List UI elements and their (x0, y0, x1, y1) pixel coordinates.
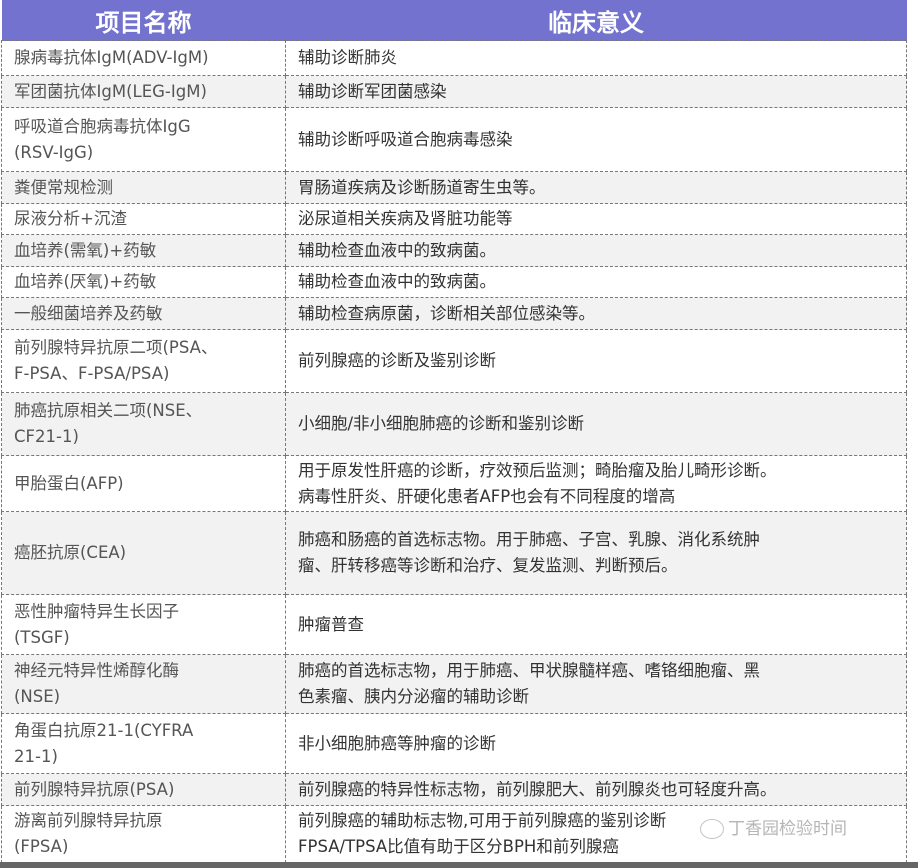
table-row: 恶性肿瘤特异生长因子 (TSGF) 肿瘤普查 (1, 594, 907, 655)
table-header: 项目名称 临床意义 (1, 0, 907, 41)
cell-item-name: 癌胚抗原(CEA) (1, 511, 286, 595)
table-row: 前列腺特异抗原(PSA) 前列腺癌的特异性标志物，前列腺肥大、前列腺炎也可轻度升高… (1, 773, 907, 806)
header-item-name: 项目名称 (1, 0, 286, 41)
table-row: 尿液分析+沉渣 泌尿道相关疾病及肾脏功能等 (1, 203, 907, 235)
cell-clinical-meaning: 辅助检查血液中的致病菌。 (285, 266, 907, 298)
cell-clinical-meaning: 辅助检查病原菌，诊断相关部位感染等。 (285, 297, 907, 330)
cell-clinical-meaning: 前列腺癌的诊断及鉴别诊断 (285, 329, 907, 393)
table-row: 肺癌抗原相关二项(NSE、 CF21-1) 小细胞/非小细胞肺癌的诊断和鉴别诊断 (1, 392, 907, 456)
cell-item-name: 游离前列腺特异抗原 (FPSA) (1, 805, 286, 863)
cell-clinical-meaning: 非小细胞肺癌等肿瘤的诊断 (285, 713, 907, 774)
cell-item-name: 呼吸道合胞病毒抗体IgG (RSV-IgG) (1, 107, 286, 172)
table-row: 一般细菌培养及药敏 辅助检查病原菌，诊断相关部位感染等。 (1, 297, 907, 330)
wechat-icon (700, 819, 724, 839)
header-clinical-meaning: 临床意义 (285, 0, 907, 41)
cell-item-name: 血培养(需氧)+药敏 (1, 234, 286, 267)
table-row: 癌胚抗原(CEA) 肺癌和肠癌的首选标志物。用于肺癌、子宫、乳腺、消化系统肿 瘤、… (1, 511, 907, 595)
cell-clinical-meaning: 辅助诊断呼吸道合胞病毒感染 (285, 107, 907, 172)
cell-clinical-meaning: 前列腺癌的特异性标志物，前列腺肥大、前列腺炎也可轻度升高。 (285, 773, 907, 806)
table-row: 神经元特异性烯醇化酶 (NSE) 肺癌的首选标志物，用于肺癌、甲状腺髓样癌、嗜铬细… (1, 654, 907, 714)
table-row: 血培养(需氧)+药敏 辅助检查血液中的致病菌。 (1, 234, 907, 267)
cell-item-name: 肺癌抗原相关二项(NSE、 CF21-1) (1, 392, 286, 456)
cell-item-name: 恶性肿瘤特异生长因子 (TSGF) (1, 594, 286, 655)
cell-item-name: 甲胎蛋白(AFP) (1, 455, 286, 512)
table-row: 角蛋白抗原21-1(CYFRA 21-1) 非小细胞肺癌等肿瘤的诊断 (1, 713, 907, 774)
table-row: 军团菌抗体IgM(LEG-IgM) 辅助诊断军团菌感染 (1, 75, 907, 108)
cell-item-name: 军团菌抗体IgM(LEG-IgM) (1, 75, 286, 108)
cell-item-name: 腺病毒抗体IgM(ADV-IgM) (1, 40, 286, 76)
table-row: 前列腺特异抗原二项(PSA、 F-PSA、F-PSA/PSA) 前列腺癌的诊断及鉴… (1, 329, 907, 393)
cell-clinical-meaning: 胃肠道疾病及诊断肠道寄生虫等。 (285, 171, 907, 204)
cell-item-name: 前列腺特异抗原(PSA) (1, 773, 286, 806)
cell-item-name: 角蛋白抗原21-1(CYFRA 21-1) (1, 713, 286, 774)
table-row: 粪便常规检测 胃肠道疾病及诊断肠道寄生虫等。 (1, 171, 907, 204)
cell-clinical-meaning: 肺癌和肠癌的首选标志物。用于肺癌、子宫、乳腺、消化系统肿 瘤、肝转移癌等诊断和治… (285, 511, 907, 595)
cell-item-name: 血培养(厌氧)+药敏 (1, 266, 286, 298)
cell-item-name: 一般细菌培养及药敏 (1, 297, 286, 330)
table-row: 呼吸道合胞病毒抗体IgG (RSV-IgG) 辅助诊断呼吸道合胞病毒感染 (1, 107, 907, 172)
bottom-bar (0, 862, 918, 868)
cell-item-name: 神经元特异性烯醇化酶 (NSE) (1, 654, 286, 714)
cell-item-name: 前列腺特异抗原二项(PSA、 F-PSA、F-PSA/PSA) (1, 329, 286, 393)
watermark: 丁香园检验时间 (700, 814, 847, 839)
cell-item-name: 粪便常规检测 (1, 171, 286, 204)
cell-clinical-meaning: 小细胞/非小细胞肺癌的诊断和鉴别诊断 (285, 392, 907, 456)
table-row: 血培养(厌氧)+药敏 辅助检查血液中的致病菌。 (1, 266, 907, 298)
cell-clinical-meaning: 用于原发性肝癌的诊断，疗效预后监测；畸胎瘤及胎儿畸形诊断。 病毒性肝炎、肝硬化患… (285, 455, 907, 512)
table-row: 甲胎蛋白(AFP) 用于原发性肝癌的诊断，疗效预后监测；畸胎瘤及胎儿畸形诊断。 病… (1, 455, 907, 512)
cell-clinical-meaning: 辅助诊断军团菌感染 (285, 75, 907, 108)
cell-clinical-meaning: 辅助诊断肺炎 (285, 40, 907, 76)
table-row: 腺病毒抗体IgM(ADV-IgM) 辅助诊断肺炎 (1, 40, 907, 76)
cell-clinical-meaning: 辅助检查血液中的致病菌。 (285, 234, 907, 267)
cell-clinical-meaning: 泌尿道相关疾病及肾脏功能等 (285, 203, 907, 235)
cell-clinical-meaning: 肿瘤普查 (285, 594, 907, 655)
cell-clinical-meaning: 肺癌的首选标志物，用于肺癌、甲状腺髓样癌、嗜铬细胞瘤、黑 色素瘤、胰内分泌瘤的辅… (285, 654, 907, 714)
clinical-table: 项目名称 临床意义 腺病毒抗体IgM(ADV-IgM) 辅助诊断肺炎 军团菌抗体Ig… (1, 0, 907, 863)
cell-item-name: 尿液分析+沉渣 (1, 203, 286, 235)
